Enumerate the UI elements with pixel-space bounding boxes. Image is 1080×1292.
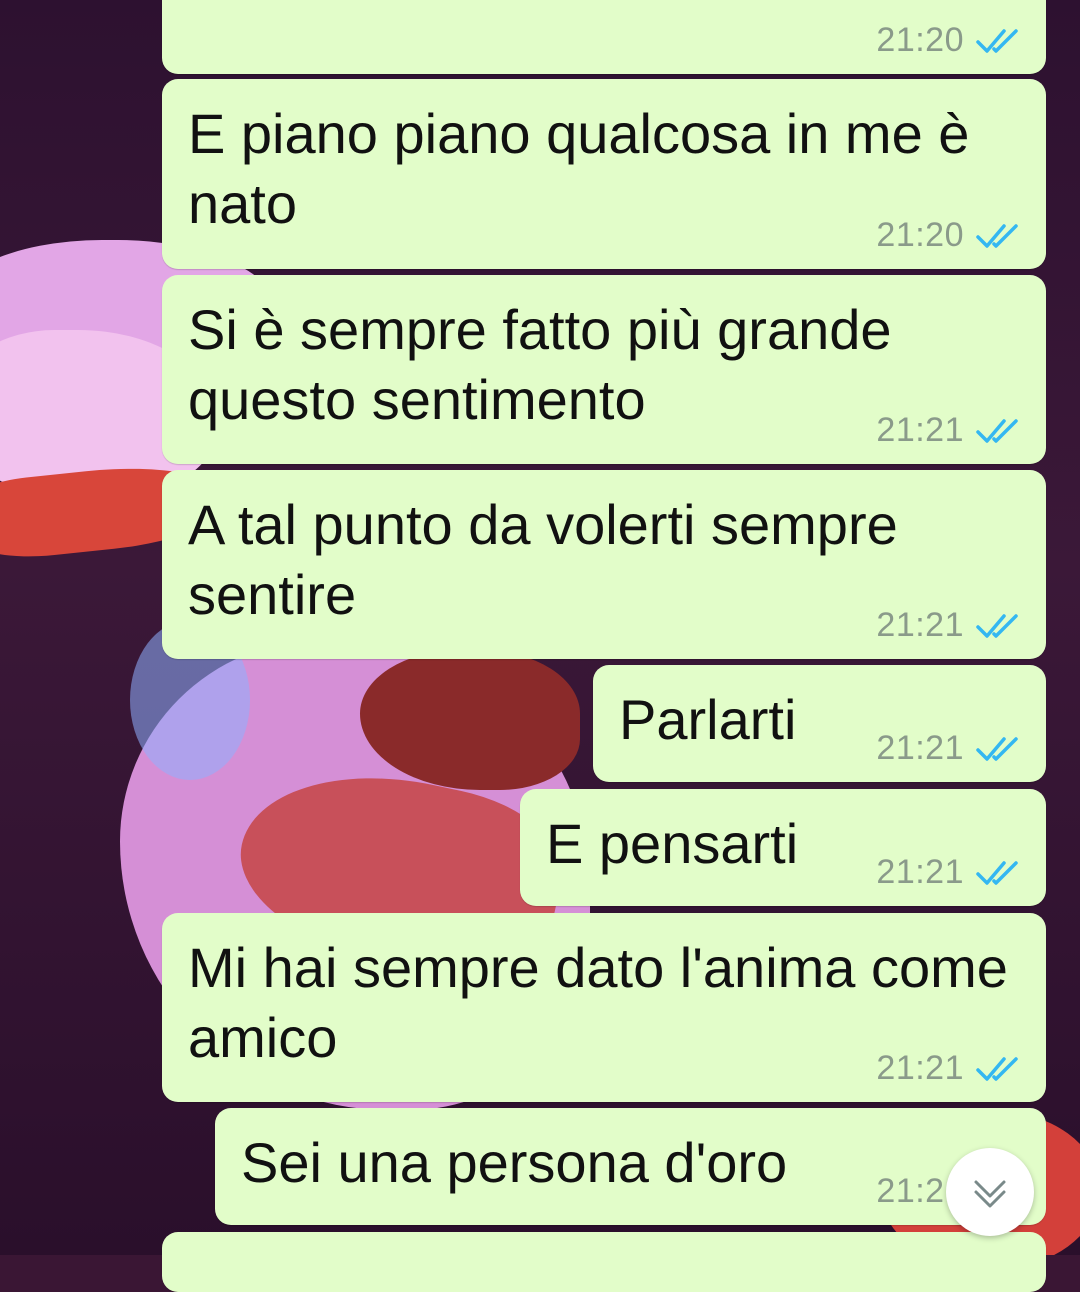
double-check-icon [976,613,1018,638]
scroll-to-bottom-button[interactable] [946,1148,1034,1236]
message-bubble-outgoing[interactable]: Si è sempre fatto più grande questo sent… [162,275,1046,464]
double-check-icon [976,418,1018,443]
chevron-down-icon [974,1180,1006,1208]
message-meta: 21:20 [876,216,1020,255]
message-meta: 21:21 [876,729,1020,768]
message-bubble-outgoing[interactable]: E pensarti 21:21 [520,789,1046,906]
double-check-icon [976,736,1018,761]
message-time: 21:21 [876,1049,964,1087]
message-meta: 21:21 [876,606,1020,645]
double-check-icon [976,1056,1018,1081]
message-bubble-outgoing[interactable]: E piano piano qualcosa in me è nato 21:2… [162,79,1046,269]
message-time: 21:21 [876,729,964,767]
message-meta: 21:21 [876,853,1020,892]
message-list[interactable]: 21:20 E piano piano qualcosa in me è nat… [0,0,1080,1292]
message-time: 21:21 [876,606,964,644]
message-time: 21:20 [876,21,964,59]
double-check-icon [976,28,1018,53]
message-bubble-outgoing[interactable]: A tal punto da volerti sempre sentire 21… [162,470,1046,659]
double-check-icon [976,860,1018,885]
message-meta: 21:20 [876,21,1020,60]
message-meta: 21:21 [876,1049,1020,1088]
message-time: 21:21 [876,411,964,449]
message-time: 21:21 [876,853,964,891]
message-bubble-outgoing[interactable] [162,1232,1046,1292]
message-bubble-outgoing[interactable]: Mi hai sempre dato l'anima come amico 21… [162,913,1046,1102]
message-time: 21:20 [876,216,964,254]
double-check-icon [976,223,1018,248]
message-bubble-outgoing[interactable]: Sei una persona d'oro 21:21 [215,1108,1046,1225]
message-bubble-outgoing[interactable]: 21:20 [162,0,1046,74]
message-meta: 21:21 [876,411,1020,450]
message-bubble-outgoing[interactable]: Parlarti 21:21 [593,665,1046,782]
